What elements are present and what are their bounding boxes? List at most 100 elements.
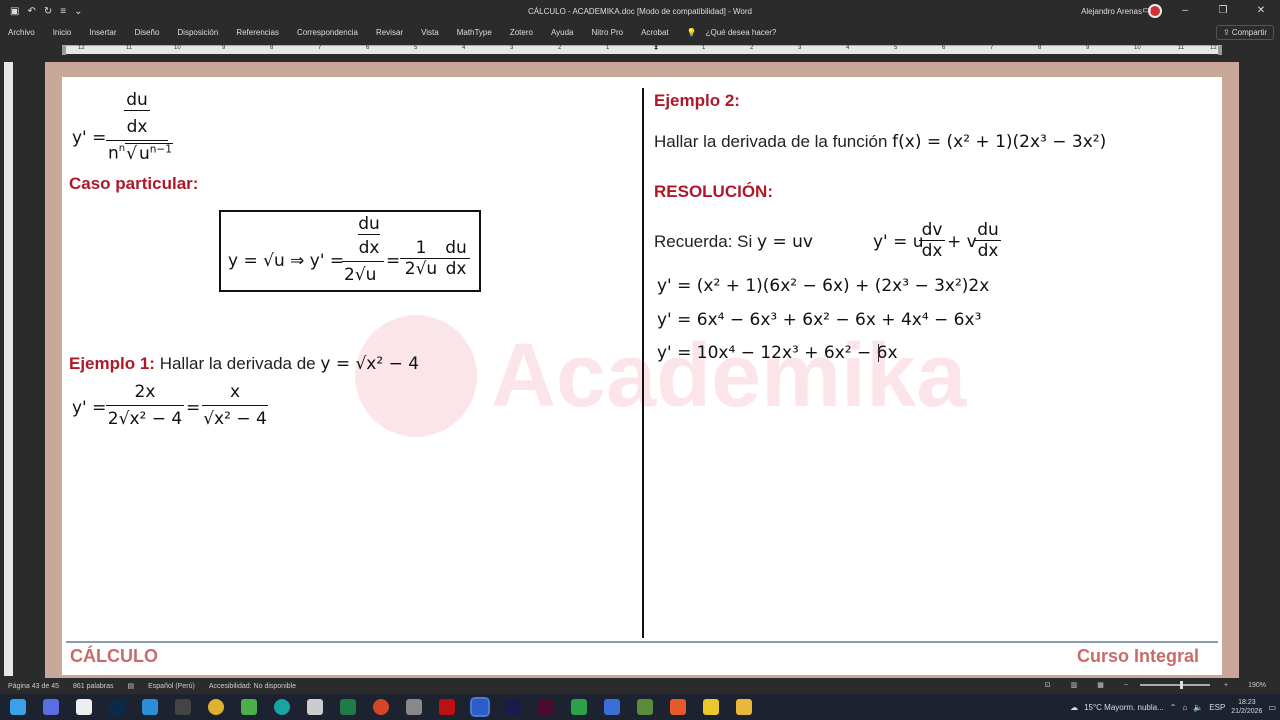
chrome-icon[interactable] [208,699,224,715]
excel-icon[interactable] [340,699,356,715]
file-explorer-icon[interactable] [736,699,752,715]
volume-icon[interactable]: 🔈 [1193,703,1203,712]
ejemplo1-function: y = √x² − 4 [320,354,420,374]
ejemplo2-heading: Ejemplo 2: [654,91,740,110]
ruler-mark: 1 [702,45,706,51]
footer-left-text: CÁLCULO [70,646,158,666]
ruler-mark: 6 [942,45,946,51]
ruler-mark: 5 [414,45,418,51]
edge-browser-icon[interactable] [274,699,290,715]
ruler-mark: 9 [1086,45,1090,51]
indesign-icon[interactable] [538,699,554,715]
copilot-icon[interactable] [43,699,59,715]
tab-disposicion[interactable]: Disposición [168,28,227,37]
zoom-out-icon[interactable]: − [1124,682,1128,689]
page-count[interactable]: Página 43 de 45 [8,683,59,690]
ruler-mark: 8 [270,45,274,51]
ruler-mark: 2 [750,45,754,51]
input-language[interactable]: ESP [1209,703,1225,712]
tab-diseno[interactable]: Diseño [126,28,169,37]
formula-lhs: y' = [72,128,107,148]
task-view-icon[interactable] [76,699,92,715]
geogebra-icon[interactable] [241,699,257,715]
restore-icon[interactable]: ❐ [1204,0,1242,22]
zoom-in-icon[interactable]: + [1224,682,1228,689]
tab-vista[interactable]: Vista [412,28,448,37]
network-icon[interactable]: ⌂ [1182,703,1187,712]
app-green-icon[interactable] [571,699,587,715]
clock[interactable]: 18:23 21/2/2026 [1231,698,1262,716]
accessibility-status[interactable]: Accesibilidad: No disponible [209,683,296,690]
share-button[interactable]: ⇪ Compartir [1215,25,1274,40]
ribbon-display-icon[interactable]: ▭ [1128,0,1166,22]
box-frac3-den: dx [442,258,470,279]
windows-start-icon[interactable] [10,699,26,715]
ruler-mark: 6 [366,45,370,51]
settings-icon[interactable] [307,699,323,715]
lightbulb-icon: 💡 [686,27,697,37]
app-blue-icon[interactable] [604,699,620,715]
ruler-indent-marker[interactable]: ⧗ [654,45,658,52]
weather-icon[interactable]: ☁ [1070,703,1078,712]
boxed-formula-content: y = √u ⇒ y' = du dx 2√u = 1 2√u du dx [228,214,478,290]
box-frac3-num: du [445,238,467,258]
tab-archivo[interactable]: Archivo [0,28,44,37]
tab-zotero[interactable]: Zotero [501,28,542,37]
app-icon[interactable] [175,699,191,715]
tab-inicio[interactable]: Inicio [44,28,81,37]
share-label: Compartir [1231,28,1267,37]
acrobat-icon[interactable] [439,699,455,715]
zoom-slider[interactable] [1140,681,1210,689]
tell-me-search[interactable]: ¿Qué desea hacer? [706,28,786,37]
ruler-mark: 4 [462,45,466,51]
minimize-icon[interactable]: – [1166,0,1204,22]
tab-ayuda[interactable]: Ayuda [542,28,583,37]
tab-insertar[interactable]: Insertar [80,28,125,37]
title-bar: ▣ ↶ ↻ ≡ ⌄ CÁLCULO - ACADEMIKA.doc [Modo … [0,0,1280,22]
minecraft-icon[interactable] [637,699,653,715]
share-icon: ⇪ [1222,28,1232,37]
zoom-level[interactable]: 190% [1248,682,1266,689]
focus-mode-icon[interactable]: ⊡ [1045,681,1051,689]
edge-icon[interactable] [142,699,158,715]
tab-mathtype[interactable]: MathType [448,28,501,37]
tab-revisar[interactable]: Revisar [367,28,412,37]
close-icon[interactable]: ✕ [1242,0,1280,22]
recuerda-line: Recuerda: Si y = uv [654,232,813,252]
word-count[interactable]: 861 palabras [73,683,113,690]
ruler-mark: 7 [990,45,994,51]
word-icon[interactable] [470,697,490,717]
vertical-ruler[interactable] [4,62,13,676]
web-layout-icon[interactable]: ▦ [1097,681,1104,689]
tray-chevron-icon[interactable]: ⌃ [1170,703,1177,712]
ruler-mark: 5 [894,45,898,51]
app-yellow-icon[interactable] [703,699,719,715]
fraction-bar [106,140,168,141]
ruler-mark: 9 [222,45,226,51]
ruler-right-margin[interactable] [1218,46,1222,55]
zoom-thumb[interactable] [1180,681,1183,689]
ruler-strip[interactable]: 12 11 10 9 8 7 6 5 4 3 2 1 ⧗ 1 2 3 4 5 6… [62,45,1222,55]
resolucion-heading: RESOLUCIÓN: [654,182,773,201]
tab-correspondencia[interactable]: Correspondencia [288,28,367,37]
premiere-icon[interactable] [505,699,521,715]
ej1-numerator2: x [229,382,241,402]
horizontal-ruler[interactable]: 12 11 10 9 8 7 6 5 4 3 2 1 ⧗ 1 2 3 4 5 6… [0,42,1280,56]
photoshop-icon[interactable] [109,699,125,715]
notifications-icon[interactable]: ▭ [1268,703,1276,712]
weather-text[interactable]: 15°C Mayorm. nubla... [1084,703,1164,712]
proofing-icon[interactable]: ▤ [127,682,134,690]
language-status[interactable]: Español (Perú) [148,683,195,690]
tab-nitro-pro[interactable]: Nitro Pro [583,28,633,37]
ejemplo1-result: y' = 2x 2√x² − 4 = x √x² − 4 [72,382,272,438]
tab-referencias[interactable]: Referencias [227,28,288,37]
ruler-mark: 11 [1178,45,1185,51]
powerpoint-icon[interactable] [373,699,389,715]
brave-icon[interactable] [670,699,686,715]
formula-mid: dx [126,117,148,137]
print-layout-icon[interactable]: ▥ [1071,681,1078,689]
calculator-icon[interactable] [406,699,422,715]
tab-acrobat[interactable]: Acrobat [632,28,678,37]
ruler-mark: 10 [174,45,181,51]
ruler-left-margin[interactable] [62,46,66,55]
